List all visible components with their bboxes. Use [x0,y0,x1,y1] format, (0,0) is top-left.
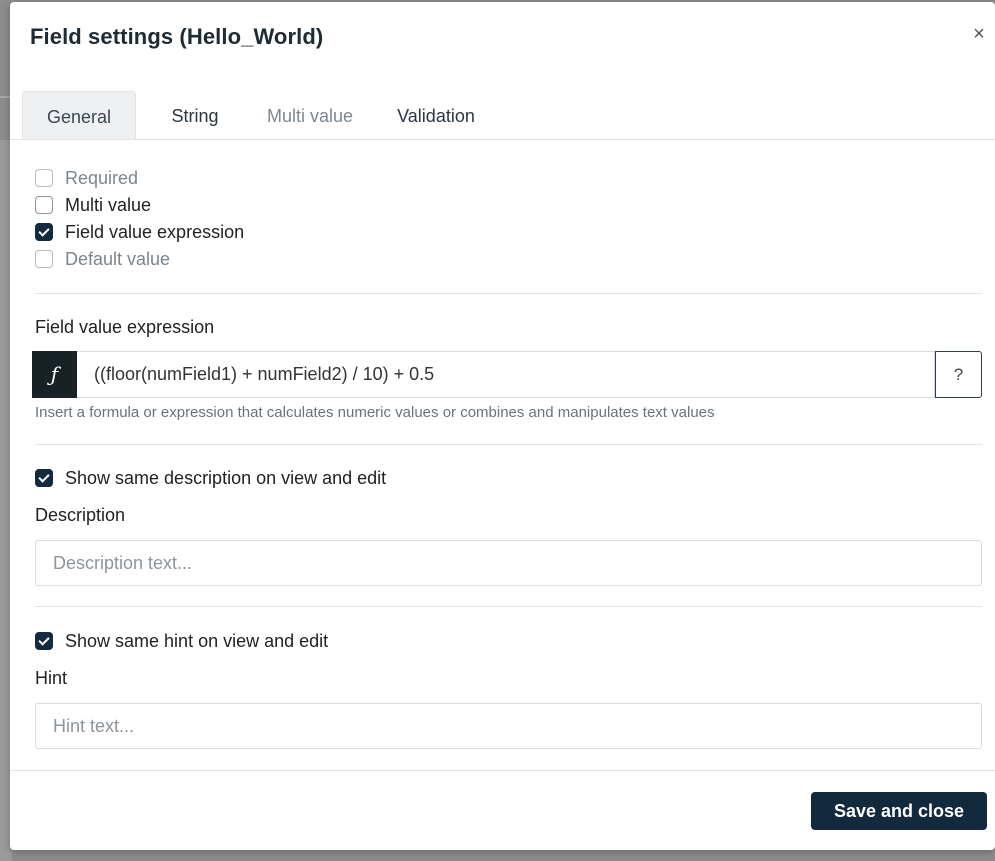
description-input[interactable] [35,540,982,586]
section-divider [35,293,982,294]
expression-helper-text: Insert a formula or expression that calc… [35,404,715,421]
section-divider [35,606,982,607]
footer-divider [10,770,995,771]
required-checkbox[interactable] [35,169,53,187]
hint-label: Hint [35,668,68,688]
field-value-expression-checkbox[interactable] [35,223,53,241]
tab-validation[interactable]: Validation [378,91,494,140]
field-value-expression-label: Field value expression [65,222,245,242]
dialog-title: Field settings (Hello_World) [30,24,324,49]
expression-input[interactable]: ((floor(numField1) + numField2) / 10) + … [77,351,935,398]
multi-value-checkbox[interactable] [35,196,53,214]
section-divider [35,444,982,445]
description-label: Description [35,505,126,525]
default-value-checkbox[interactable] [35,250,53,268]
field-settings-dialog: Field settings (Hello_World) × General S… [10,2,995,850]
same-hint-label: Show same hint on view and edit [65,631,329,651]
tab-bar: General String Multi value Validation [22,91,995,141]
expression-help-button[interactable]: ? [935,351,982,398]
tab-string[interactable]: String [148,91,242,140]
function-icon: ƒ [32,351,77,398]
hint-input[interactable] [35,703,982,749]
same-description-checkbox[interactable] [35,469,53,487]
save-and-close-button[interactable]: Save and close [811,792,987,830]
same-description-label: Show same description on view and edit [65,468,387,488]
close-icon[interactable]: × [969,24,989,44]
required-label: Required [65,168,139,188]
default-value-label: Default value [65,249,171,269]
multi-value-label: Multi value [65,195,152,215]
expression-field: ƒ ((floor(numField1) + numField2) / 10) … [32,351,982,398]
same-hint-checkbox[interactable] [35,632,53,650]
expression-label: Field value expression [35,317,215,337]
tab-general[interactable]: General [22,91,136,140]
tab-multi-value[interactable]: Multi value [252,91,368,140]
tab-bar-divider [10,139,995,140]
